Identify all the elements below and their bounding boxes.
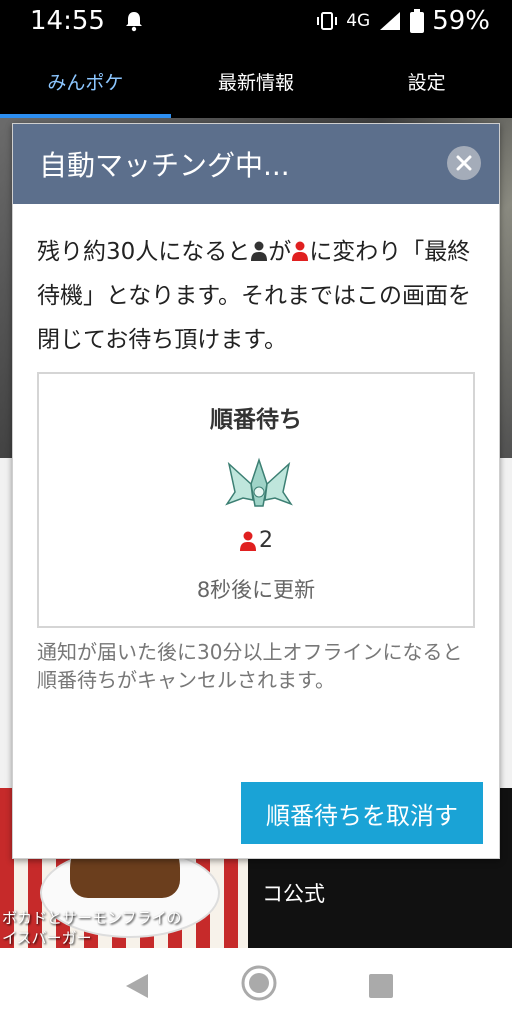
battery-icon <box>410 9 425 33</box>
cancel-notice: 通知が届いた後に30分以上オフラインになると順番待ちがキャンセルされます。 <box>37 640 463 692</box>
intro-text: 残り約30人になるとがに変わり「最終待機」となります。それまではこの画面を閉じて… <box>37 230 475 362</box>
banner-caption: コ公式 <box>262 882 325 906</box>
recent-apps-icon[interactable] <box>369 974 393 998</box>
signal-icon <box>380 12 401 30</box>
person-red-icon <box>240 531 256 551</box>
pokemon-image <box>225 457 293 507</box>
queue-box: 順番待ち 2 8秒後に更新 <box>37 372 475 628</box>
food-caption: ボカドとサーモンフライの イスバーガー <box>2 909 182 947</box>
intro-text-part2: が <box>268 239 292 265</box>
intro-text-part1: 残り約30人になると <box>37 239 251 265</box>
tab-settings[interactable]: 設定 <box>341 44 512 118</box>
queue-count-row: 2 <box>39 528 473 553</box>
network-label: 4G <box>346 11 371 31</box>
queue-title: 順番待ち <box>210 407 302 433</box>
matching-dialog: 自動マッチング中... 残り約30人になるとがに変わり「最終待機」となります。そ… <box>12 123 500 859</box>
dialog-header: 自動マッチング中... <box>13 124 499 204</box>
home-icon[interactable] <box>240 964 278 1002</box>
battery-percent: 59% <box>432 6 490 36</box>
status-bar: 14:55 4G 59% <box>0 0 512 44</box>
cancel-queue-button[interactable]: 順番待ちを取消す <box>241 782 483 844</box>
tab-news[interactable]: 最新情報 <box>171 44 342 118</box>
system-nav-bar <box>0 948 512 1024</box>
status-time: 14:55 <box>30 6 105 36</box>
vibrate-icon <box>317 12 338 30</box>
close-icon <box>456 155 472 171</box>
bell-icon <box>126 12 142 32</box>
status-indicators: 4G 59% <box>316 6 490 36</box>
tab-bar: みんポケ 最新情報 設定 <box>0 44 512 118</box>
queue-count: 2 <box>259 528 273 553</box>
person-red-icon <box>292 241 309 261</box>
tab-minpoke[interactable]: みんポケ <box>0 44 171 118</box>
person-dark-icon <box>251 241 268 261</box>
dialog-body: 残り約30人になるとがに変わり「最終待機」となります。それまではこの画面を閉じて… <box>13 204 499 694</box>
dialog-title: 自動マッチング中... <box>39 149 290 182</box>
refresh-timer: 8秒後に更新 <box>196 578 316 602</box>
back-icon[interactable] <box>124 972 150 1000</box>
close-button[interactable] <box>447 146 481 180</box>
